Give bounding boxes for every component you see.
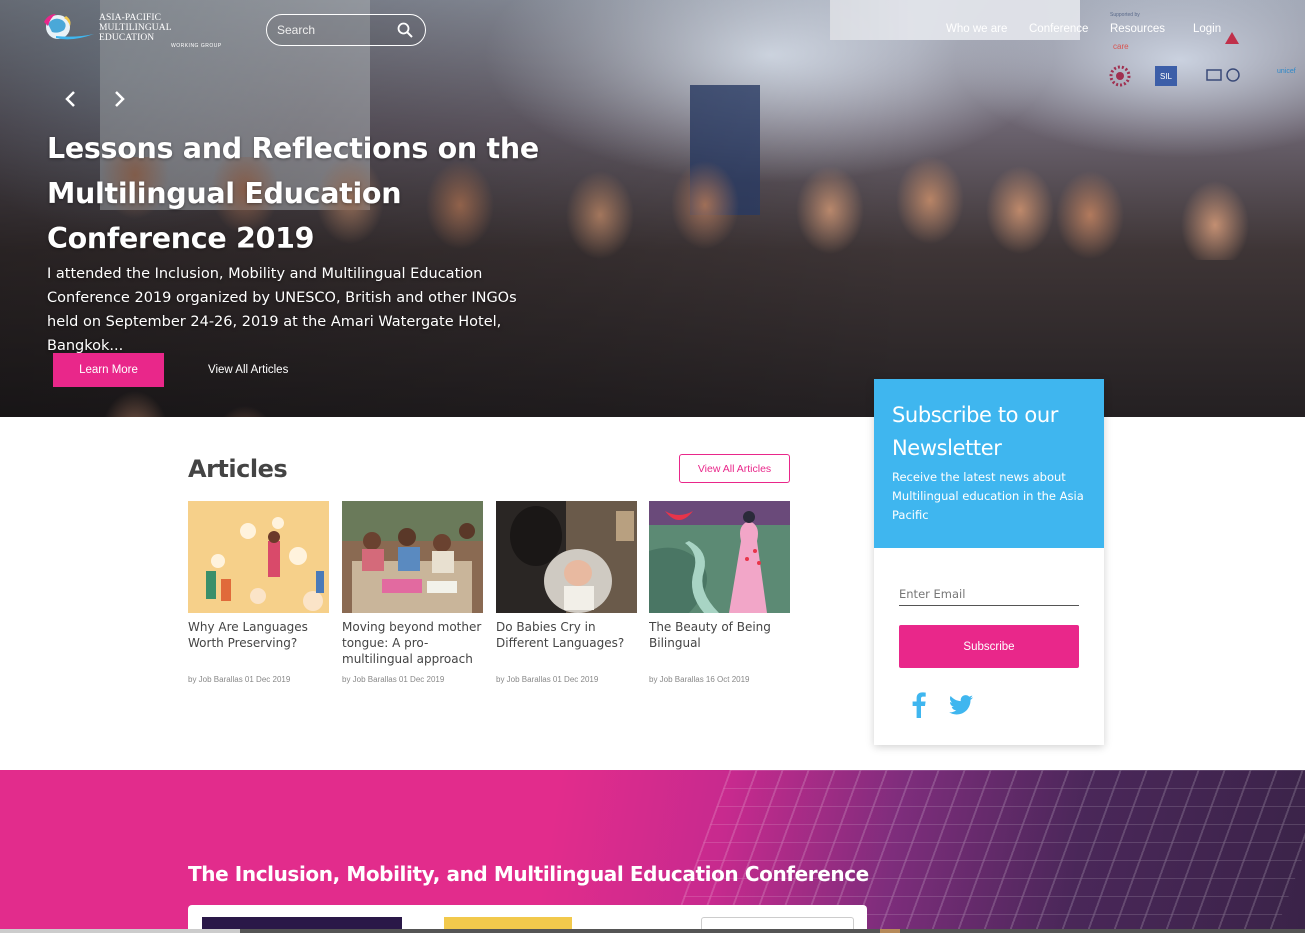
logo-text: ASIA-PACIFIC MULTILINGUAL EDUCATION WORK… [99, 13, 222, 49]
newsletter-description: Receive the latest news about Multilingu… [892, 470, 1084, 522]
logo-line-3: WORKING GROUP [171, 43, 222, 49]
bottom-strip [0, 929, 1305, 933]
nav-conference[interactable]: Conference [1029, 23, 1088, 39]
sponsor-seal-icon [1109, 65, 1131, 87]
article-title[interactable]: Do Babies Cry in Different Languages? [496, 619, 637, 667]
hero-view-all-link[interactable]: View All Articles [208, 364, 288, 376]
twitter-icon[interactable] [949, 694, 973, 716]
sponsor-logos: Supported by care SIL unicef [1105, 10, 1305, 90]
hero-title: Lessons and Reflections on the Multiling… [47, 132, 539, 255]
conference-title: The Inclusion, Mobility, and Multilingua… [188, 862, 869, 886]
sponsor-caption: Supported by [1110, 12, 1140, 18]
sponsor-sil-logo: SIL [1155, 66, 1177, 86]
sponsor-care-logo: care [1113, 42, 1129, 51]
articles-heading: Articles [188, 455, 288, 483]
sponsor-unesco-icon [1206, 68, 1240, 82]
newsletter-header: Subscribe to our Newsletter Receive the … [874, 379, 1104, 548]
article-title[interactable]: Moving beyond mother tongue: A pro-multi… [342, 619, 483, 667]
logo-globe-icon [44, 14, 94, 40]
email-field[interactable] [899, 582, 1079, 606]
article-card[interactable]: Why Are Languages Worth Preserving? by J… [188, 501, 329, 684]
article-title[interactable]: Why Are Languages Worth Preserving? [188, 619, 329, 667]
newsletter-title: Subscribe to our Newsletter [892, 403, 1058, 460]
search-input[interactable] [277, 21, 392, 39]
article-meta: by Job Barallas 01 Dec 2019 [496, 675, 599, 684]
view-all-articles-button[interactable]: View All Articles [679, 454, 790, 483]
article-title[interactable]: The Beauty of Being Bilingual [649, 619, 790, 667]
article-meta: by Job Barallas 16 Oct 2019 [649, 675, 750, 684]
learn-more-button[interactable]: Learn More [53, 353, 164, 387]
article-meta: by Job Barallas 01 Dec 2019 [342, 675, 445, 684]
sponsor-unicef-logo: unicef [1277, 68, 1296, 75]
carousel-next-icon[interactable] [108, 88, 130, 110]
article-meta: by Job Barallas 01 Dec 2019 [188, 675, 291, 684]
nav-who-we-are[interactable]: Who we are [946, 23, 1007, 39]
search-icon[interactable] [397, 22, 413, 38]
article-card[interactable]: Do Babies Cry in Different Languages? by… [496, 501, 637, 684]
article-card[interactable]: Moving beyond mother tongue: A pro-multi… [342, 501, 483, 684]
carousel-prev-icon[interactable] [60, 88, 82, 110]
newsletter-panel: Subscribe to our Newsletter Receive the … [874, 379, 1104, 745]
hero-banner: ASIA-PACIFIC MULTILINGUAL EDUCATION WORK… [0, 0, 1305, 417]
hero-excerpt: I attended the Inclusion, Mobility and M… [47, 266, 517, 354]
article-thumbnail[interactable] [649, 501, 790, 613]
article-card[interactable]: The Beauty of Being Bilingual by Job Bar… [649, 501, 790, 684]
facebook-icon[interactable] [912, 692, 926, 718]
article-thumbnail[interactable] [188, 501, 329, 613]
sponsor-flag-icon [1225, 32, 1239, 44]
search-box[interactable] [266, 14, 426, 46]
site-logo[interactable]: ASIA-PACIFIC MULTILINGUAL EDUCATION WORK… [42, 10, 222, 49]
subscribe-button[interactable]: Subscribe [899, 625, 1079, 668]
logo-line-2: MULTILINGUAL EDUCATION [99, 23, 172, 43]
logo-line-1: ASIA-PACIFIC [99, 13, 162, 23]
article-thumbnail[interactable] [496, 501, 637, 613]
article-thumbnail[interactable] [342, 501, 483, 613]
